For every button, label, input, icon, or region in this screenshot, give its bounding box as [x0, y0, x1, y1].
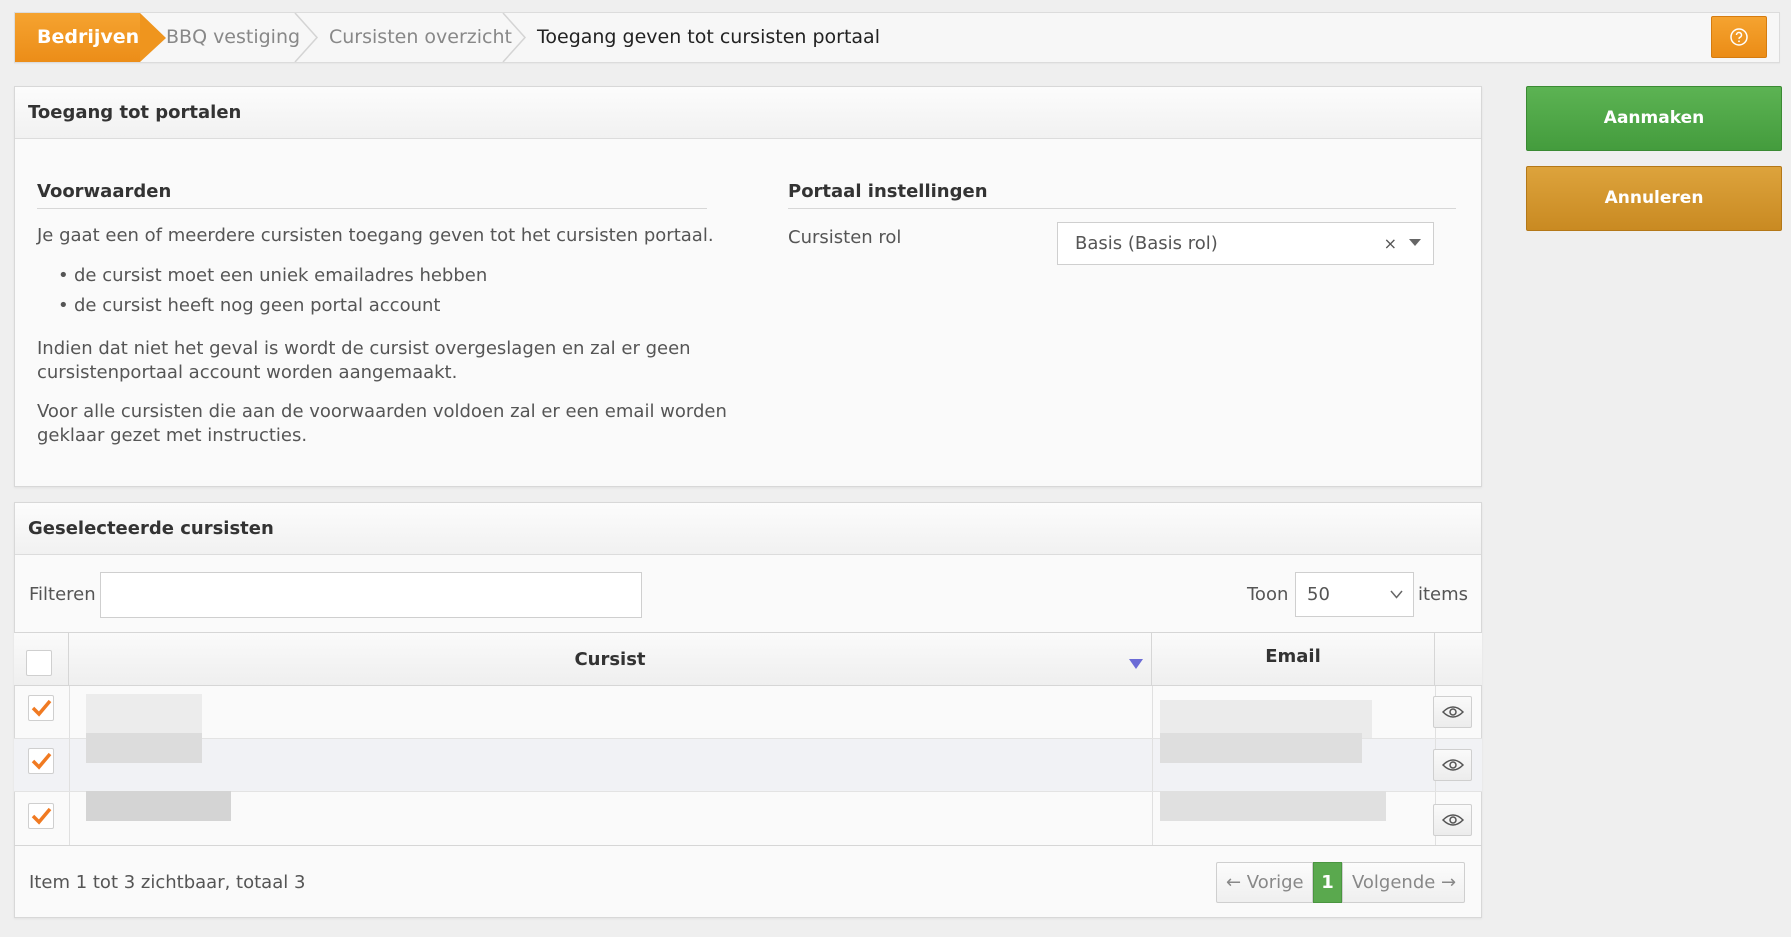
table-footer-summary: Item 1 tot 3 zichtbaar, totaal 3 — [29, 872, 306, 893]
filter-input[interactable] — [100, 572, 642, 618]
header-actions-cell — [1435, 633, 1482, 686]
eye-icon — [1441, 759, 1464, 771]
table-row[interactable] — [14, 733, 1482, 792]
condition-bullet: de cursist heeft nog geen portal account — [58, 295, 440, 316]
role-label: Cursisten rol — [788, 227, 902, 248]
breadcrumb-arrow — [140, 13, 166, 62]
view-button[interactable] — [1433, 749, 1472, 781]
chevron-down-icon — [1390, 590, 1403, 599]
clear-icon[interactable]: × — [1384, 223, 1397, 264]
checkmark-icon — [31, 807, 52, 825]
breadcrumb: Bedrijven BBQ vestiging Cursisten overzi… — [14, 12, 1780, 63]
column-header-cursist[interactable]: Cursist — [69, 633, 1152, 686]
row-checkbox[interactable] — [28, 748, 54, 774]
breadcrumb-item-vestiging[interactable]: BBQ vestiging — [166, 13, 300, 62]
header-select-all-cell — [14, 633, 69, 686]
conditions-title: Voorwaarden — [37, 181, 707, 209]
pager-next-button[interactable]: Volgende → — [1342, 862, 1465, 903]
show-label: Toon — [1247, 584, 1289, 605]
view-button[interactable] — [1433, 804, 1472, 836]
table-row[interactable] — [14, 791, 1482, 845]
conditions-paragraph-2-line-1: Voor alle cursisten die aan de voorwaard… — [37, 401, 727, 422]
pager-previous-button[interactable]: ← Vorige — [1216, 862, 1313, 903]
row-checkbox[interactable] — [28, 695, 54, 721]
conditions-paragraph-2-line-2: geklaar gezet met instructies. — [37, 425, 308, 446]
email-redacted — [1160, 733, 1362, 763]
filter-label: Filteren — [29, 584, 96, 605]
portal-settings-title: Portaal instellingen — [788, 181, 1456, 209]
breadcrumb-separator-icon — [294, 13, 319, 62]
breadcrumb-item-current: Toegang geven tot cursisten portaal — [537, 26, 880, 48]
page-size-select[interactable]: 50 — [1295, 572, 1414, 617]
checkmark-icon — [31, 752, 52, 770]
help-button[interactable] — [1711, 16, 1767, 58]
pager-page-1[interactable]: 1 — [1313, 862, 1342, 903]
items-label: items — [1418, 584, 1469, 605]
access-panel-title: Toegang tot portalen — [15, 87, 1481, 139]
create-button[interactable]: Aanmaken — [1526, 86, 1782, 151]
email-redacted — [1160, 791, 1386, 821]
role-select-value: Basis (Basis rol) — [1075, 233, 1218, 254]
column-header-email-label: Email — [1265, 646, 1321, 667]
cursist-name-redacted — [86, 733, 202, 763]
selected-panel-title: Geselecteerde cursisten — [15, 503, 1481, 555]
select-all-checkbox[interactable] — [26, 650, 52, 676]
breadcrumb-separator-icon — [502, 13, 527, 62]
column-header-email[interactable]: Email — [1152, 633, 1435, 686]
cancel-button[interactable]: Annuleren — [1526, 166, 1782, 231]
conditions-intro: Je gaat een of meerdere cursisten toegan… — [37, 225, 714, 246]
conditions-paragraph-1-line-1: Indien dat niet het geval is wordt de cu… — [37, 338, 691, 359]
help-circle-icon — [1730, 28, 1748, 46]
eye-icon — [1441, 814, 1464, 826]
role-select[interactable]: Basis (Basis rol) × — [1057, 222, 1434, 265]
eye-icon — [1441, 706, 1464, 718]
checkmark-icon — [31, 699, 52, 717]
breadcrumb-item-cursisten-overzicht[interactable]: Cursisten overzicht — [329, 13, 512, 62]
cursist-name-redacted — [86, 791, 231, 821]
selected-table: Cursist Email — [14, 632, 1482, 846]
page-size-value: 50 — [1307, 584, 1330, 605]
row-checkbox[interactable] — [28, 803, 54, 829]
cursist-name-redacted — [86, 694, 202, 738]
table-row[interactable] — [14, 686, 1482, 739]
conditions-paragraph-1-line-2: cursistenportaal account worden aangemaa… — [37, 362, 458, 383]
condition-bullet: de cursist moet een uniek emailadres heb… — [58, 265, 487, 286]
chevron-down-icon — [1409, 239, 1421, 246]
column-header-cursist-label: Cursist — [574, 649, 646, 670]
breadcrumb-item-bedrijven[interactable]: Bedrijven — [15, 13, 140, 62]
view-button[interactable] — [1433, 696, 1472, 728]
sort-desc-icon — [1129, 659, 1143, 669]
